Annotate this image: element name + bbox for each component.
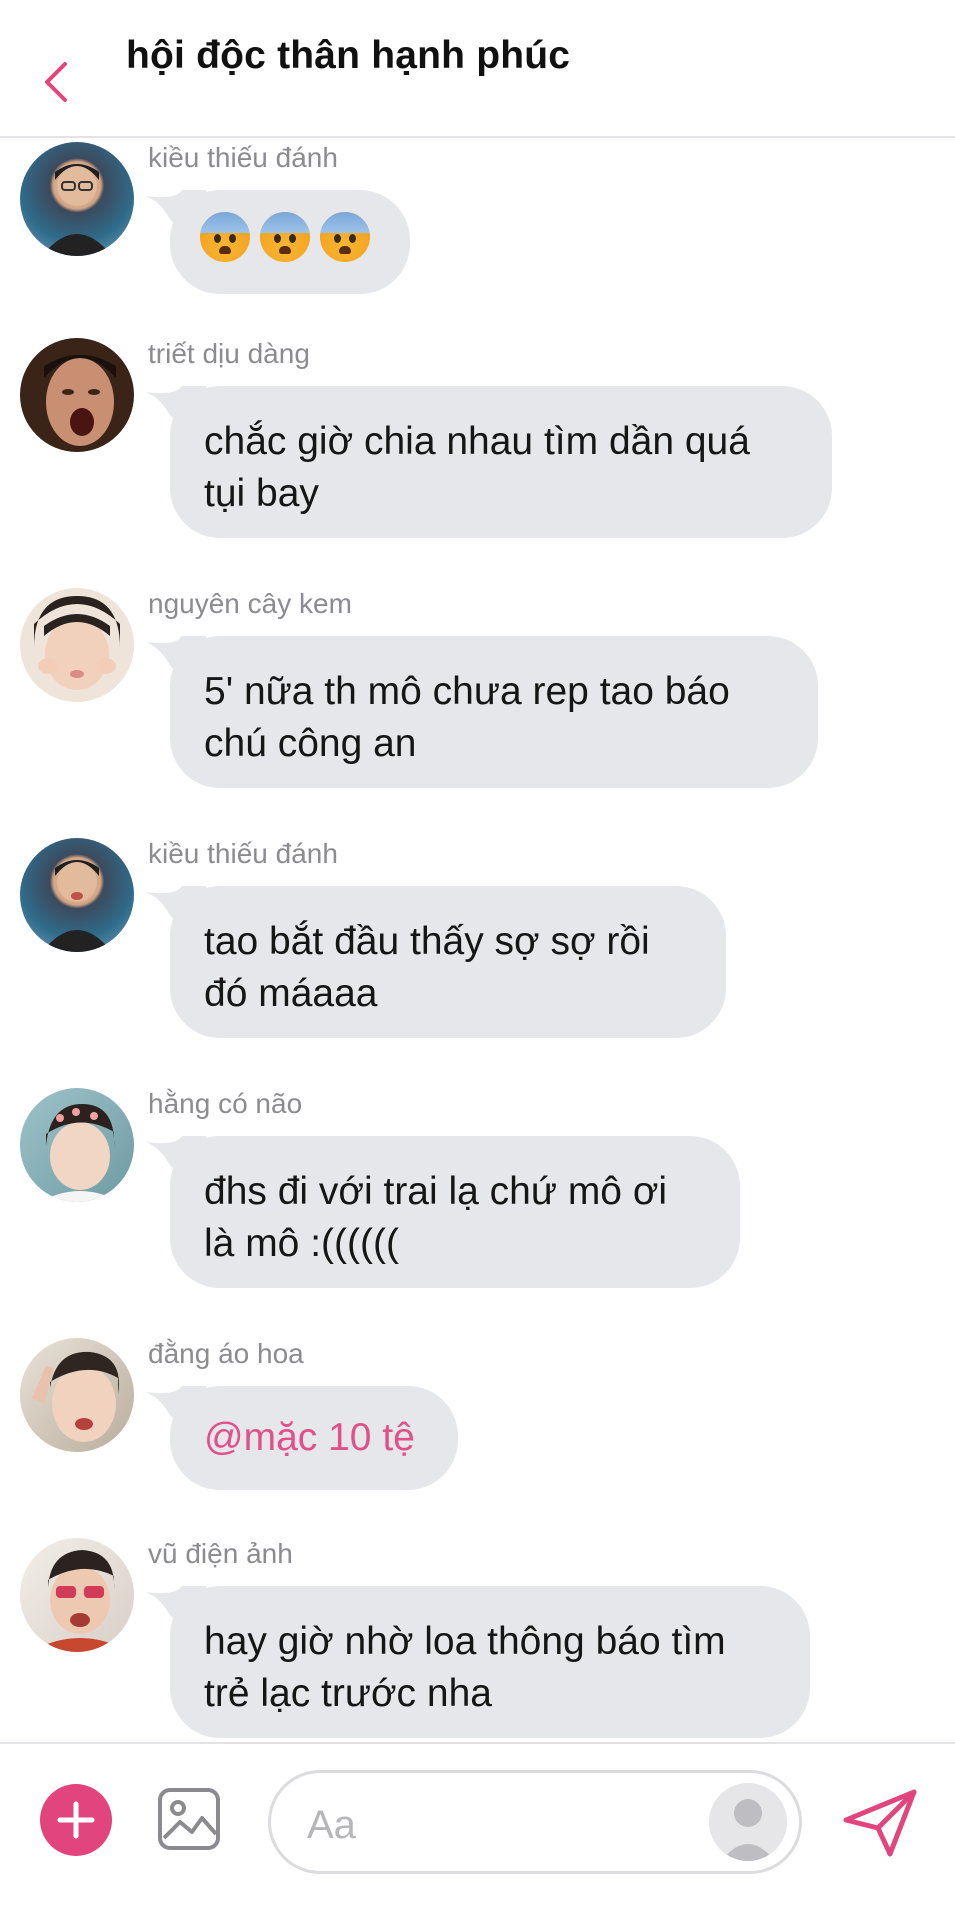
avatar[interactable] [20, 142, 134, 256]
input-placeholder: Aa [307, 1803, 356, 1847]
bubble-tail [146, 1386, 206, 1436]
sender-name: nguyên cây kem [148, 588, 352, 619]
sender-name: hằng có não [148, 1088, 303, 1119]
message-bubble[interactable]: hay giờ nhờ loa thông báo tìm trẻ lạc tr… [146, 1586, 810, 1738]
anxious-face-emoji [200, 212, 250, 262]
add-attachment-button[interactable] [40, 1784, 112, 1856]
send-icon [843, 1789, 917, 1857]
message-composer: Aa [0, 1742, 955, 1920]
sender-name: triết dịu dàng [148, 338, 310, 369]
anxious-face-emoji [260, 212, 310, 262]
message-text: đhs đi với trai lạ chứ mô ơi là mô :((((… [204, 1170, 668, 1265]
message-bubble[interactable]: 5' nữa th mô chưa rep tao báo chú công a… [146, 636, 818, 788]
user-avatar-icon[interactable] [709, 1783, 787, 1861]
avatar[interactable] [20, 338, 134, 452]
message-text: hay giờ nhờ loa thông báo tìm trẻ lạc tr… [204, 1620, 726, 1715]
bubble-tail [146, 1586, 206, 1636]
bubble-tail [146, 386, 206, 436]
bubble-tail [146, 886, 206, 936]
message-bubble[interactable]: chắc giờ chia nhau tìm dần quá tụi bay [146, 386, 832, 538]
avatar[interactable] [20, 588, 134, 702]
image-button[interactable] [156, 1786, 222, 1852]
avatar[interactable] [20, 1088, 134, 1202]
sender-name: kiều thiếu đánh [148, 838, 338, 869]
avatar[interactable] [20, 1538, 134, 1652]
chevron-left-icon [45, 62, 67, 102]
emoji-row [200, 212, 380, 262]
send-button[interactable] [840, 1786, 920, 1860]
plus-icon [57, 1801, 95, 1839]
message-input[interactable]: Aa [268, 1770, 802, 1874]
bubble-tail [146, 1136, 206, 1186]
chat-header: hội độc thân hạnh phúc [0, 0, 955, 138]
anxious-face-emoji [320, 212, 370, 262]
sender-name: kiều thiếu đánh [148, 142, 338, 173]
avatar[interactable] [20, 838, 134, 952]
message-bubble[interactable]: đhs đi với trai lạ chứ mô ơi là mô :((((… [146, 1136, 740, 1288]
bubble-tail [146, 190, 206, 240]
message-text: tao bắt đầu thấy sợ sợ rồi đó máaaa [204, 920, 650, 1015]
back-button[interactable] [30, 52, 82, 112]
message-list[interactable]: kiều thiếu đánh triết dịu dàng chắc giờ … [0, 138, 955, 1742]
bubble-tail [146, 636, 206, 686]
mention-text[interactable]: @mặc 10 tệ [204, 1412, 424, 1464]
image-icon [158, 1788, 220, 1850]
message-bubble[interactable]: @mặc 10 tệ [146, 1386, 458, 1490]
message-text: chắc giờ chia nhau tìm dần quá tụi bay [204, 420, 750, 515]
message-bubble[interactable] [146, 190, 410, 294]
chat-title[interactable]: hội độc thân hạnh phúc [126, 34, 570, 78]
message-bubble[interactable]: tao bắt đầu thấy sợ sợ rồi đó máaaa [146, 886, 726, 1038]
message-text: 5' nữa th mô chưa rep tao báo chú công a… [204, 670, 730, 765]
avatar[interactable] [20, 1338, 134, 1452]
sender-name: vũ điện ảnh [148, 1538, 293, 1569]
sender-name: đằng áo hoa [148, 1338, 304, 1369]
